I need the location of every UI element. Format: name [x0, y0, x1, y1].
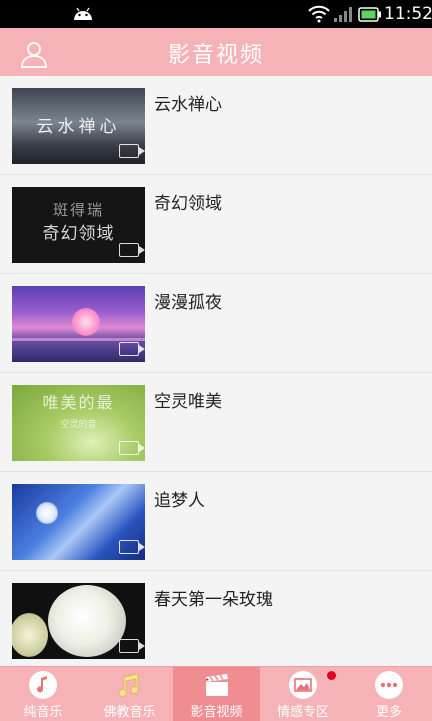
tab-more[interactable]: 更多: [346, 667, 432, 721]
video-camera-icon: [119, 243, 145, 257]
video-thumbnail: [12, 583, 145, 659]
video-title: 追梦人: [154, 491, 205, 511]
clapperboard-icon: [203, 671, 231, 699]
tab-label: 情感专区: [276, 705, 329, 720]
list-item[interactable]: 追梦人: [0, 472, 432, 571]
video-thumbnail: [12, 286, 145, 362]
more-dots-icon: [375, 671, 403, 699]
app-header: 影音视频: [0, 28, 432, 76]
clock: 11:52: [384, 4, 432, 24]
notification-badge: [327, 671, 336, 680]
thumbnail-caption: 唯美的最: [42, 393, 115, 412]
tab-label: 影音视频: [190, 705, 243, 720]
video-title: 春天第一朵玫瑰: [154, 590, 273, 610]
list-item[interactable]: 漫漫孤夜: [0, 274, 432, 373]
video-camera-icon: [119, 441, 145, 455]
music-note-icon: [29, 671, 57, 699]
tab-label: 更多: [375, 705, 402, 720]
android-icon: [74, 7, 92, 20]
thumbnail-caption: 云水禅心: [36, 117, 121, 137]
video-title: 空灵唯美: [154, 392, 222, 412]
video-thumbnail: 唯美的最 空灵的音: [12, 385, 145, 461]
video-thumbnail: 云水禅心: [12, 88, 145, 164]
video-thumbnail: [12, 484, 145, 560]
bottom-tab-bar: 纯音乐 佛教音乐 影音视频 情感专区 更多: [0, 666, 432, 721]
double-note-icon: [116, 671, 144, 699]
battery-icon: [358, 7, 381, 22]
list-item[interactable]: 斑得瑞 奇幻领域 奇幻领域: [0, 175, 432, 274]
thumbnail-subcaption: 空灵的音: [60, 420, 97, 430]
video-camera-icon: [119, 144, 145, 158]
page-title: 影音视频: [167, 43, 264, 68]
signal-icon: [334, 7, 352, 22]
tab-pure-music[interactable]: 纯音乐: [0, 667, 86, 721]
thumbnail-subcaption: 斑得瑞: [52, 201, 104, 219]
tab-video[interactable]: 影音视频: [173, 667, 260, 721]
video-title: 漫漫孤夜: [154, 293, 222, 313]
video-thumbnail: 斑得瑞 奇幻领域: [12, 187, 145, 263]
tab-buddhist-music[interactable]: 佛教音乐: [86, 667, 173, 721]
video-title: 奇幻领域: [154, 194, 222, 214]
video-camera-icon: [119, 342, 145, 356]
thumbnail-caption: 奇幻领域: [42, 224, 115, 244]
video-camera-icon: [119, 639, 145, 653]
status-bar: 11:52: [0, 0, 432, 28]
video-list: 云水禅心 云水禅心 斑得瑞 奇幻领域 奇幻领域 漫漫孤夜 唯美的最 空灵的音 空…: [0, 76, 432, 666]
list-item[interactable]: 云水禅心 云水禅心: [0, 76, 432, 175]
list-item[interactable]: 春天第一朵玫瑰: [0, 571, 432, 666]
tab-label: 佛教音乐: [103, 705, 156, 720]
video-title: 云水禅心: [154, 95, 222, 115]
list-item[interactable]: 唯美的最 空灵的音 空灵唯美: [0, 373, 432, 472]
video-camera-icon: [119, 540, 145, 554]
tab-label: 纯音乐: [23, 705, 63, 720]
image-icon: [289, 671, 317, 699]
wifi-icon: [308, 5, 330, 23]
tab-emotion-zone[interactable]: 情感专区: [260, 667, 346, 721]
